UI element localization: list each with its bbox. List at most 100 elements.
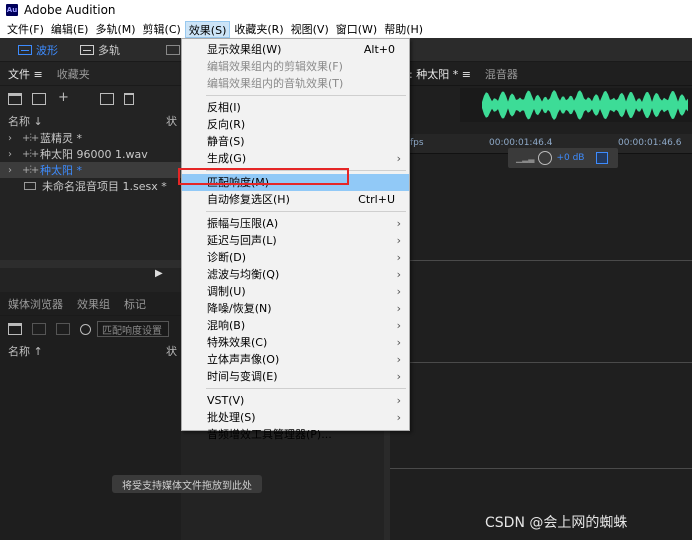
trash-icon[interactable] <box>124 93 134 105</box>
effects-menu-item[interactable]: 滤波与均衡(Q) › <box>182 266 409 283</box>
menu-item-label: 编辑效果组内的剪辑效果(F) <box>207 60 343 73</box>
volume-hud[interactable]: ▁▂▃ +0 dB <box>508 148 618 168</box>
menu-item-label: 音频增效工具管理器(P)... <box>207 428 332 441</box>
files-scrollbar[interactable] <box>0 260 181 268</box>
menu-item-label: 生成(G) <box>207 152 247 165</box>
tab-effects-rack[interactable]: 效果组 <box>77 296 110 312</box>
menu-file[interactable]: 文件(F) <box>4 21 47 38</box>
media-panel: 媒体浏览器 效果组 标记 匹配响度设置 名称 ↑ 状 <box>0 292 181 540</box>
submenu-arrow-icon: › <box>396 370 401 383</box>
waveform-mode-button[interactable]: 波形 <box>14 41 62 59</box>
menu-separator <box>206 95 406 96</box>
effects-menu-item[interactable]: 振幅与压限(A) › <box>182 215 409 232</box>
effects-menu-item[interactable]: 反向(R) <box>182 116 409 133</box>
effects-menu-item[interactable]: 调制(U) › <box>182 283 409 300</box>
tab-mixer[interactable]: 混音器 <box>485 66 518 82</box>
pin-icon[interactable] <box>596 152 609 164</box>
status-column-header[interactable]: 状 <box>166 113 177 129</box>
file-name: 蓝精灵 * <box>40 132 82 145</box>
file-item[interactable]: 未命名混音项目 1.sesx * <box>0 178 181 194</box>
file-item[interactable]: › +⫶+ 蓝精灵 * <box>0 130 181 146</box>
chevron-right-icon[interactable]: › <box>8 133 22 144</box>
name-column-header[interactable]: 名称 ↓ <box>8 113 43 129</box>
drop-hint: 将受支持媒体文件拖放到此处 <box>112 475 262 493</box>
name-column-header[interactable]: 名称 ↑ <box>8 343 43 359</box>
menu-item-label: 时间与变调(E) <box>207 370 278 383</box>
file-item[interactable]: › +⫶+ 种太阳 96000 1.wav <box>0 146 181 162</box>
effects-menu-item[interactable]: 延迟与回声(L) › <box>182 232 409 249</box>
menu-view[interactable]: 视图(V) <box>288 21 332 38</box>
submenu-arrow-icon: › <box>396 152 401 165</box>
menu-item-label: 反相(I) <box>207 101 241 114</box>
search-icon[interactable] <box>80 323 91 335</box>
track-divider <box>384 260 692 261</box>
play-icon[interactable]: ▶ <box>155 268 163 279</box>
submenu-arrow-icon: › <box>396 251 401 264</box>
effects-menu-item[interactable]: 批处理(S) › <box>182 409 409 426</box>
ruler-label: 00:00:01:46.4 <box>489 138 553 148</box>
menu-effects[interactable]: 效果(S) <box>184 20 231 38</box>
file-name: 种太阳 96000 1.wav <box>40 148 148 161</box>
submenu-arrow-icon: › <box>396 353 401 366</box>
tab-markers[interactable]: 标记 <box>124 296 146 312</box>
title-bar: Au Adobe Audition <box>0 0 692 20</box>
effects-menu-item[interactable]: 静音(S) <box>182 133 409 150</box>
chevron-right-icon[interactable]: › <box>8 149 22 160</box>
new-file-icon[interactable] <box>56 90 70 105</box>
menu-item-label: 立体声声像(O) <box>207 353 280 366</box>
effects-menu-item: 编辑效果组内的音轨效果(T) <box>182 75 409 92</box>
effects-menu-item[interactable]: 特殊效果(C) › <box>182 334 409 351</box>
menu-item-label: 混响(B) <box>207 319 246 332</box>
effects-menu-item[interactable]: 立体声声像(O) › <box>182 351 409 368</box>
submenu-arrow-icon: › <box>396 394 401 407</box>
menu-help[interactable]: 帮助(H) <box>381 21 426 38</box>
tab-files[interactable]: 文件 ≡ <box>8 66 43 82</box>
effects-menu-item[interactable]: 混响(B) › <box>182 317 409 334</box>
effects-menu-item[interactable]: 反相(I) <box>182 99 409 116</box>
file-item[interactable]: › +⫶+ 种太阳 * <box>0 162 181 178</box>
waveform-overview[interactable] <box>460 88 692 122</box>
trash-icon <box>32 323 46 335</box>
multitrack-mode-button[interactable]: 多轨 <box>76 41 124 59</box>
menu-item-label: 延迟与回声(L) <box>207 234 277 247</box>
overview-waveform-graphic <box>482 90 688 120</box>
media-search-input[interactable]: 匹配响度设置 <box>97 321 169 337</box>
chevron-right-icon[interactable]: › <box>8 165 22 176</box>
session-file-icon <box>24 182 36 190</box>
effects-menu-item[interactable]: 降噪/恢复(N) › <box>182 300 409 317</box>
menu-item-label: 反向(R) <box>207 118 246 131</box>
open-folder-icon[interactable] <box>8 323 22 335</box>
open-folder-icon[interactable] <box>8 93 22 105</box>
menu-favorites[interactable]: 收藏夹(R) <box>231 21 286 38</box>
ruler-label: fps <box>410 138 424 148</box>
insert-icon[interactable] <box>100 93 114 105</box>
effects-menu-item[interactable]: 音频增效工具管理器(P)... <box>182 426 409 443</box>
submenu-arrow-icon: › <box>396 217 401 230</box>
effects-menu-item[interactable]: 自动修复选区(H) Ctrl+U <box>182 191 409 208</box>
waveform-mode-label: 波形 <box>36 44 58 57</box>
menu-edit[interactable]: 编辑(E) <box>48 21 92 38</box>
menu-multitrack[interactable]: 多轨(M) <box>92 21 138 38</box>
import-icon[interactable] <box>32 93 46 105</box>
menu-window[interactable]: 窗口(W) <box>333 21 380 38</box>
effects-menu-item[interactable]: 生成(G) › <box>182 150 409 167</box>
menu-item-label: 显示效果组(W) <box>207 43 282 56</box>
status-column-header[interactable]: 状 <box>166 343 177 359</box>
effects-menu-item[interactable]: VST(V) › <box>182 392 409 409</box>
multitrack-icon <box>80 45 94 55</box>
effects-menu-item[interactable]: 诊断(D) › <box>182 249 409 266</box>
volume-knob-icon[interactable] <box>538 151 553 165</box>
effects-menu-item[interactable]: 匹配响度(M) <box>182 174 409 191</box>
menu-clip[interactable]: 剪辑(C) <box>140 21 184 38</box>
submenu-arrow-icon: › <box>396 234 401 247</box>
app-logo-icon: Au <box>6 4 18 16</box>
menu-item-label: 自动修复选区(H) <box>207 193 290 206</box>
menu-bar: 文件(F) 编辑(E) 多轨(M) 剪辑(C) 效果(S) 收藏夹(R) 视图(… <box>0 20 692 38</box>
effects-menu-item[interactable]: 时间与变调(E) › <box>182 368 409 385</box>
volume-db: +0 dB <box>556 153 585 163</box>
tab-media-browser[interactable]: 媒体浏览器 <box>8 296 63 312</box>
toolbar-tool-icon[interactable] <box>166 45 180 55</box>
effects-menu-item[interactable]: 显示效果组(W) Alt+0 <box>182 41 409 58</box>
tab-favorites[interactable]: 收藏夹 <box>57 66 90 82</box>
waveform-file-icon: +⫶+ <box>22 132 39 144</box>
